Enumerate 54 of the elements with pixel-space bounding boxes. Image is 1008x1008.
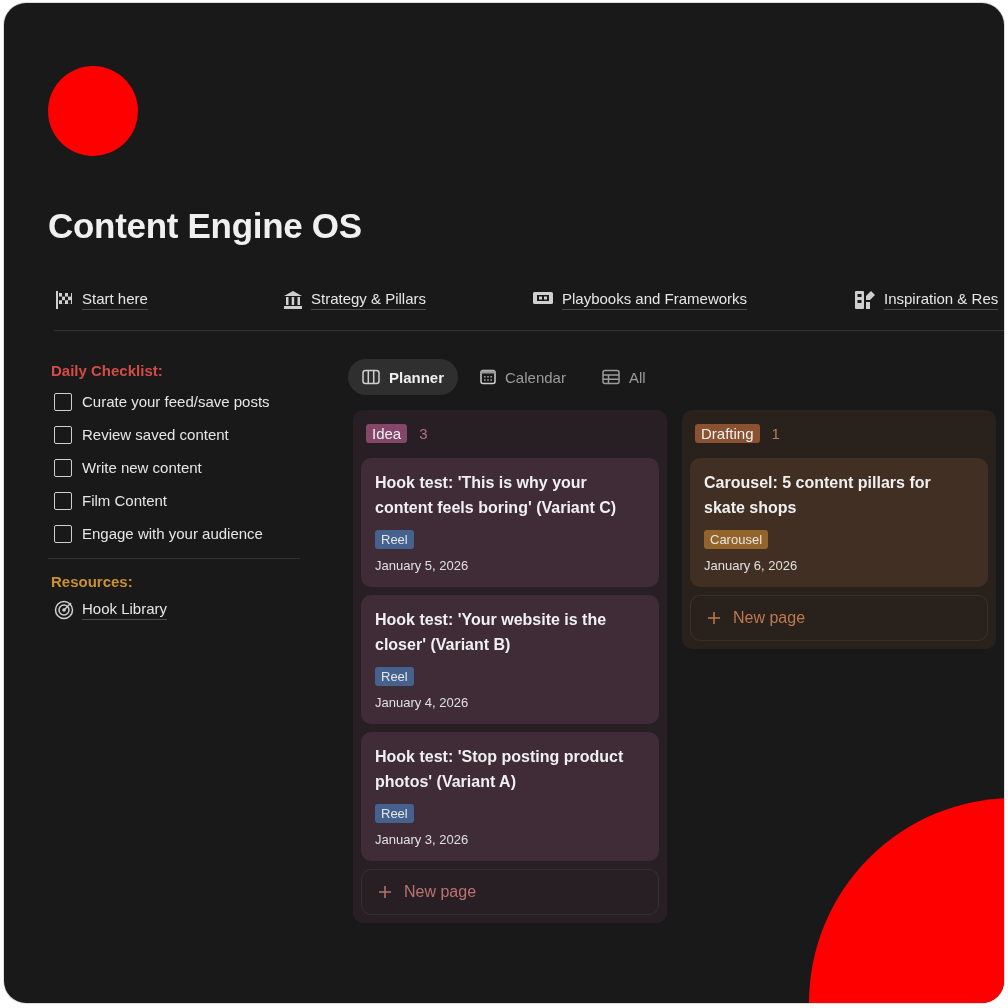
page-link[interactable]: Start here bbox=[82, 290, 148, 310]
checklist-item: Engage with your audience bbox=[82, 525, 263, 542]
checklist-item: Review saved content bbox=[82, 426, 229, 443]
new-page-button[interactable]: New page bbox=[690, 595, 988, 641]
card-title: Hook test: 'Your website is the closer' (Variant B) bbox=[375, 610, 608, 655]
checkbox[interactable] bbox=[54, 524, 72, 543]
view-tab[interactable]: Planner bbox=[348, 359, 459, 395]
book-and-pen-icon[interactable] bbox=[854, 290, 876, 310]
checkbox[interactable] bbox=[54, 425, 72, 444]
ticket-icon[interactable] bbox=[532, 290, 554, 306]
card-date: January 5, 2026 bbox=[375, 558, 470, 573]
type-tag: Reel bbox=[375, 804, 414, 823]
checklist-item: Film Content bbox=[82, 492, 168, 509]
board-card[interactable]: Hook test: 'Your website is the closer' (Variant B) Reel January 4, 2026 bbox=[361, 595, 659, 724]
table-icon bbox=[601, 369, 620, 385]
target-icon[interactable] bbox=[54, 600, 74, 620]
type-tag: Reel bbox=[375, 667, 414, 686]
circle-icon bbox=[48, 66, 138, 156]
view-tab[interactable]: Calendar bbox=[466, 359, 580, 395]
page-title: Content Engine OS bbox=[48, 206, 363, 246]
card-date: January 3, 2026 bbox=[375, 832, 470, 847]
card-date: January 4, 2026 bbox=[375, 695, 470, 710]
card-count: 1 bbox=[771, 424, 780, 442]
board-card[interactable]: Hook test: 'Stop posting product photos' (Variant A) Reel January 3, 2026 bbox=[361, 732, 659, 861]
checklist-item: Curate your feed/save posts bbox=[82, 393, 270, 410]
card-date: January 6, 2026 bbox=[704, 558, 799, 573]
calendar-icon bbox=[480, 369, 497, 385]
page-link[interactable]: Strategy & Pillars bbox=[311, 290, 427, 310]
page-link[interactable]: Inspiration & Res bbox=[884, 290, 999, 310]
page-link[interactable]: Playbooks and Frameworks bbox=[562, 290, 748, 310]
type-tag: Reel bbox=[375, 530, 414, 549]
board-card[interactable]: Carousel: 5 content pillars for skate shops Carousel January 6, 2026 bbox=[690, 458, 988, 587]
card-title: Hook test: 'This is why your content feels boring' (Variant C) bbox=[375, 473, 618, 518]
bank-building-icon[interactable] bbox=[283, 290, 303, 310]
type-tag: Carousel bbox=[704, 530, 769, 549]
checkbox[interactable] bbox=[54, 392, 72, 411]
page-link[interactable]: Hook Library bbox=[82, 600, 168, 620]
status-tag: Idea bbox=[366, 423, 408, 443]
status-tag: Drafting bbox=[695, 423, 760, 443]
section-heading: Daily Checklist: bbox=[51, 362, 164, 379]
card-title: Hook test: 'Stop posting product photos' (Variant A) bbox=[375, 747, 625, 792]
board-card[interactable]: Hook test: 'This is why your content feels boring' (Variant C) Reel January 5, 2026 bbox=[361, 458, 659, 587]
card-count: 3 bbox=[419, 424, 428, 442]
checkbox[interactable] bbox=[54, 458, 72, 477]
card-title: Carousel: 5 content pillars for skate shops bbox=[704, 473, 932, 518]
view-tab[interactable]: All bbox=[587, 359, 660, 395]
new-page-button[interactable]: New page bbox=[361, 869, 659, 915]
section-heading: Resources: bbox=[51, 573, 134, 590]
checkbox[interactable] bbox=[54, 491, 72, 510]
plus-icon bbox=[707, 611, 721, 625]
plus-icon bbox=[378, 885, 392, 899]
checkered-flag-icon[interactable] bbox=[54, 290, 74, 310]
checklist-item: Write new content bbox=[82, 459, 202, 476]
board-view-icon bbox=[362, 369, 380, 385]
